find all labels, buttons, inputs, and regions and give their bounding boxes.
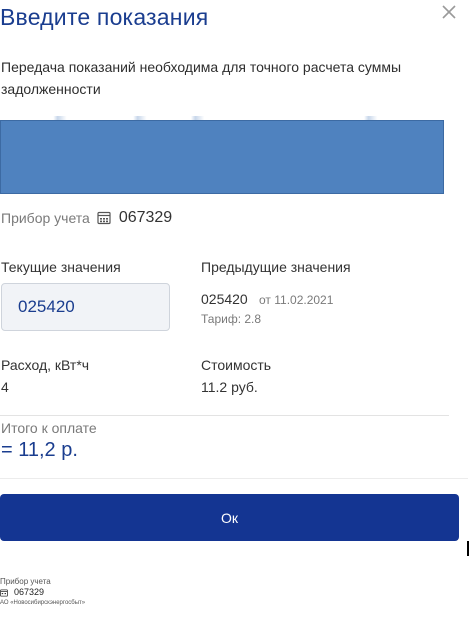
ok-button[interactable]: Ок <box>0 494 459 541</box>
footer-company-name: АО «Новосибирскэнергосбыт» <box>0 600 86 606</box>
meter-calendar-icon <box>0 588 8 597</box>
total-label: Итого к оплате <box>1 420 97 436</box>
redacted-address-block <box>0 120 444 194</box>
consumption-value: 4 <box>1 379 9 395</box>
meter-number: 067329 <box>118 209 173 226</box>
meter-calendar-icon <box>97 211 111 225</box>
footer-meter-info: Прибор учета 067329 АО «Новосибирскэнерг… <box>0 576 85 609</box>
footer-meter-label: Прибор учета <box>0 577 51 586</box>
close-icon[interactable] <box>440 3 458 21</box>
footer-meter-number: 067329 <box>14 587 45 597</box>
cost-label: Стоимость <box>201 357 272 373</box>
current-values-label: Текущие значения <box>1 259 121 275</box>
previous-reading-date: от 11.02.2021 <box>259 293 334 307</box>
modal-subtitle: Передача показаний необходима для точног… <box>1 59 402 97</box>
cost-value: 11.2 руб. <box>201 379 258 395</box>
divider <box>0 415 449 416</box>
meter-readings-modal: Введите показания Передача показаний нео… <box>0 0 471 619</box>
previous-values-label: Предыдущие значения <box>201 259 351 275</box>
previous-reading-value: 025420 <box>201 291 248 307</box>
current-reading-input[interactable] <box>1 283 170 331</box>
tariff-text: Тариф: 2.8 <box>201 312 262 326</box>
footer-meter-row: 067329 <box>0 587 85 598</box>
total-value: = 11,2 р. <box>1 439 78 461</box>
text-cursor <box>467 541 469 556</box>
meter-label: Прибор учета <box>1 210 90 226</box>
consumption-label: Расход, кВт*ч <box>1 357 90 373</box>
divider <box>0 478 468 479</box>
modal-title: Введите показания <box>0 4 209 30</box>
meter-info: Прибор учета 067329 <box>1 209 172 227</box>
